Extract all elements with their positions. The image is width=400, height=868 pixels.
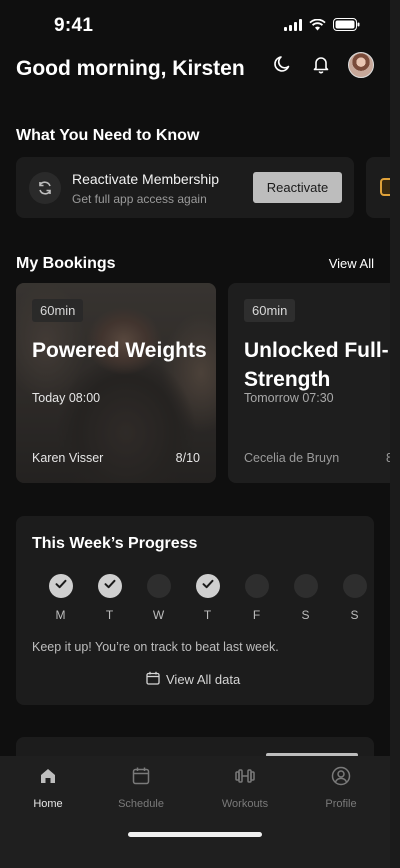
tab-bar: Home Schedule Workouts Profile bbox=[0, 756, 390, 868]
day-complete-indicator bbox=[97, 574, 122, 598]
weekday-item: S bbox=[330, 574, 379, 622]
cellular-signal-icon bbox=[284, 18, 302, 36]
weekday-label: W bbox=[152, 608, 165, 622]
weekday-tracker: MTWTFSS bbox=[36, 574, 379, 622]
tab-workouts[interactable]: Workouts bbox=[206, 766, 284, 810]
view-all-data-label: View All data bbox=[166, 672, 241, 687]
weekday-item: S bbox=[281, 574, 330, 622]
booking-card[interactable]: 60min Unlocked Full-body Strength Tomorr… bbox=[228, 283, 390, 483]
booking-title: Powered Weights bbox=[32, 339, 207, 362]
day-pending-indicator bbox=[342, 574, 367, 598]
profile-icon bbox=[331, 766, 351, 791]
bookings-title: My Bookings bbox=[16, 255, 116, 272]
weekday-label: F bbox=[252, 608, 261, 622]
tab-profile[interactable]: Profile bbox=[302, 766, 380, 810]
weekday-item: F bbox=[232, 574, 281, 622]
status-icons bbox=[284, 18, 360, 36]
calendar-icon bbox=[146, 671, 160, 688]
notice-card: Reactivate Membership Get full app acces… bbox=[16, 157, 354, 218]
view-all-data-link[interactable]: View All data bbox=[146, 671, 240, 688]
tab-schedule[interactable]: Schedule bbox=[102, 766, 180, 810]
day-pending-indicator bbox=[293, 574, 318, 598]
reactivate-button[interactable]: Reactivate bbox=[253, 172, 342, 203]
tab-label: Profile bbox=[325, 798, 357, 810]
weekday-item: M bbox=[36, 574, 85, 622]
weekday-item: T bbox=[85, 574, 134, 622]
notifications-button[interactable] bbox=[310, 54, 332, 76]
day-pending-indicator bbox=[146, 574, 171, 598]
check-icon bbox=[201, 577, 215, 596]
dark-mode-toggle[interactable] bbox=[272, 54, 294, 76]
status-time: 9:41 bbox=[54, 15, 94, 36]
tab-label: Workouts bbox=[221, 798, 269, 810]
tab-label: Schedule bbox=[118, 798, 164, 810]
view-all-bookings-link[interactable]: View All bbox=[329, 256, 374, 271]
day-complete-indicator bbox=[195, 574, 220, 598]
app-screen: 9:41 Good morning, Kirsten What You Need… bbox=[0, 0, 390, 868]
tab-label: Home bbox=[33, 798, 63, 810]
refresh-icon bbox=[29, 172, 61, 204]
booking-time: Tomorrow 07:30 bbox=[244, 391, 334, 405]
tab-home[interactable]: Home bbox=[9, 766, 87, 810]
booking-time: Today 08:00 bbox=[32, 391, 101, 405]
notice-subtitle: Get full app access again bbox=[72, 192, 207, 206]
avatar[interactable] bbox=[348, 52, 374, 78]
weekday-item: W bbox=[134, 574, 183, 622]
home-icon bbox=[38, 766, 58, 791]
status-bar: 9:41 bbox=[0, 0, 390, 50]
home-indicator bbox=[128, 832, 262, 837]
booking-trainer: Karen Visser bbox=[32, 451, 104, 465]
progress-title: This Week’s Progress bbox=[32, 535, 198, 552]
battery-icon bbox=[333, 18, 360, 36]
weekday-label: M bbox=[55, 608, 66, 622]
check-icon bbox=[103, 577, 117, 596]
duration-badge: 60min bbox=[244, 299, 296, 322]
moon-icon bbox=[273, 54, 293, 77]
dumbbell-icon bbox=[234, 766, 256, 791]
notices-title: What You Need to Know bbox=[16, 127, 200, 144]
side-edge bbox=[390, 0, 400, 868]
bell-icon bbox=[311, 54, 331, 77]
document-icon bbox=[380, 178, 390, 196]
wifi-icon bbox=[309, 18, 326, 36]
greeting-title: Good morning, Kirsten bbox=[16, 57, 245, 80]
weekday-item: T bbox=[183, 574, 232, 622]
header-actions bbox=[272, 52, 374, 78]
booking-spots: 8 bbox=[386, 451, 390, 465]
day-pending-indicator bbox=[244, 574, 269, 598]
booking-trainer: Cecelia de Bruyn bbox=[244, 451, 340, 465]
progress-card: This Week’s Progress M T W T F S S Keep it up!… bbox=[16, 516, 374, 705]
booking-spots: 8/10 bbox=[175, 451, 200, 465]
weekday-label: T bbox=[203, 608, 212, 622]
weekday-label: S bbox=[350, 608, 359, 622]
weekday-label: S bbox=[301, 608, 310, 622]
day-complete-indicator bbox=[48, 574, 73, 598]
booking-card[interactable]: 60min Powered Weights Today 08:00 Karen … bbox=[16, 283, 216, 483]
check-icon bbox=[54, 577, 68, 596]
weekday-label: T bbox=[105, 608, 114, 622]
duration-badge: 60min bbox=[32, 299, 84, 322]
notice-card-next[interactable] bbox=[366, 157, 390, 218]
calendar-icon bbox=[131, 766, 151, 791]
notice-title: Reactivate Membership bbox=[72, 171, 220, 187]
booking-title: Unlocked Full-body Strength bbox=[244, 339, 390, 391]
progress-message: Keep it up! You’re on track to beat last… bbox=[32, 640, 279, 654]
